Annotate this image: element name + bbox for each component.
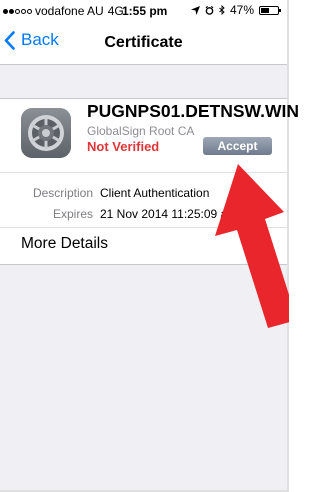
divider bbox=[0, 227, 287, 228]
battery-icon bbox=[259, 5, 281, 15]
expires-value: 21 Nov 2014 11:25:09 am bbox=[100, 207, 238, 221]
description-value: Client Authentication bbox=[100, 186, 210, 200]
battery-percent: 47% bbox=[229, 3, 254, 17]
description-label: Description bbox=[32, 186, 93, 200]
accept-button[interactable]: Accept bbox=[203, 137, 272, 155]
settings-gear-icon bbox=[21, 108, 71, 158]
carrier-name: vodafone AU bbox=[35, 4, 104, 18]
status-bar: vodafone AU 4G 1:55 pm 47% bbox=[0, 0, 287, 22]
alarm-icon bbox=[205, 5, 214, 15]
signal-strength-icon bbox=[3, 8, 32, 14]
location-arrow-icon bbox=[190, 5, 200, 15]
battery-level bbox=[261, 7, 269, 13]
expires-row: Expires 21 Nov 2014 11:25:09 am bbox=[0, 207, 237, 221]
expires-label: Expires bbox=[52, 207, 93, 221]
status-time: 1:55 pm bbox=[122, 4, 168, 18]
carrier-info: vodafone AU 4G bbox=[3, 4, 124, 18]
page-title: Certificate bbox=[104, 34, 183, 51]
navigation-bar: Back Certificate bbox=[0, 22, 287, 65]
bluetooth-icon bbox=[219, 5, 225, 15]
certificate-issuer: GlobalSign Root CA bbox=[87, 124, 195, 138]
divider bbox=[0, 172, 287, 173]
certificate-name: PUGNPS01.DETNSW.WIN bbox=[87, 101, 299, 121]
description-row: Description Client Authentication bbox=[0, 186, 209, 200]
status-icons: 47% bbox=[190, 3, 281, 17]
more-details-link[interactable]: More Details bbox=[21, 235, 108, 253]
phone-screen: vodafone AU 4G 1:55 pm 47% Back Certific… bbox=[0, 0, 299, 492]
verification-status: Not Verified bbox=[87, 139, 160, 154]
